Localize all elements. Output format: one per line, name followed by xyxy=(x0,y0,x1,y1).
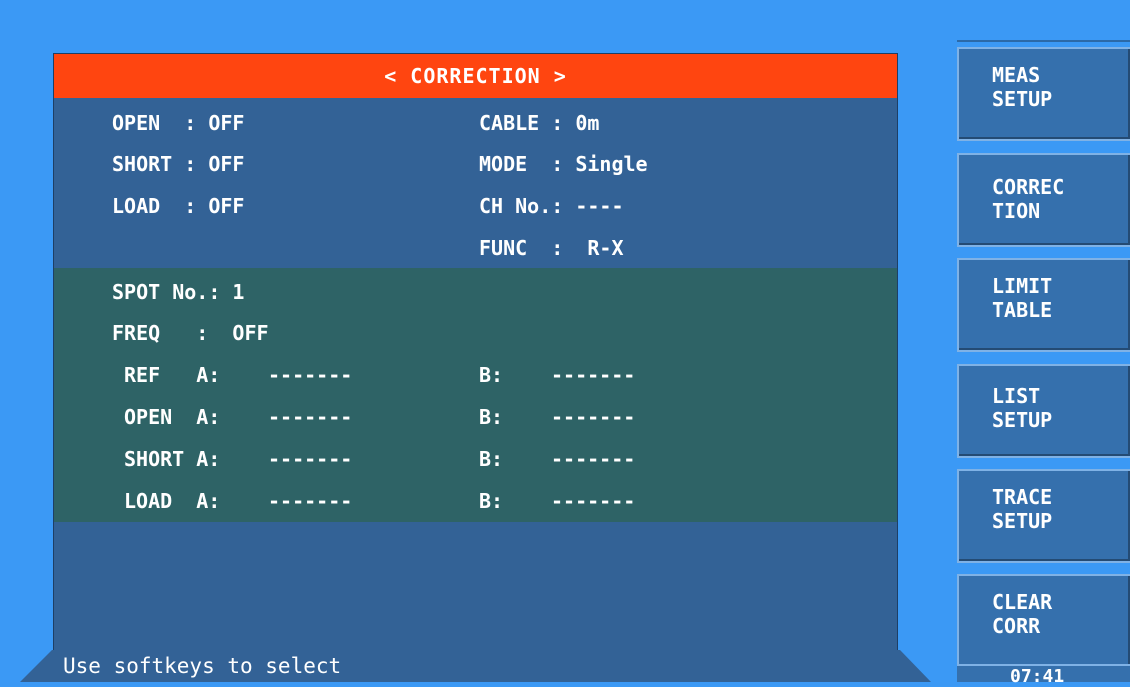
softkey-panel-divider xyxy=(957,40,1130,42)
spot-number[interactable]: SPOT No.: 1 xyxy=(112,280,244,304)
load-status[interactable]: LOAD : OFF xyxy=(112,194,244,218)
clear-corr-softkey[interactable]: CLEAR CORR xyxy=(957,574,1130,668)
short-status[interactable]: SHORT : OFF xyxy=(112,152,244,176)
page-title-text: < CORRECTION > xyxy=(384,64,567,88)
trace-setup-softkey[interactable]: TRACE SETUP xyxy=(957,469,1130,563)
ref-a-label: REF A: xyxy=(124,363,221,387)
page-title: < CORRECTION > xyxy=(54,54,897,98)
short-a-label: SHORT A: xyxy=(124,447,221,471)
clock-display: 07:41 xyxy=(957,664,1130,686)
correction-softkey[interactable]: CORREC TION xyxy=(957,153,1130,247)
list-setup-softkey[interactable]: LIST SETUP xyxy=(957,364,1130,458)
load-b-label: B: xyxy=(479,489,504,513)
short-a-value: ------- xyxy=(268,447,353,471)
trace-setup-label: TRACE SETUP xyxy=(992,485,1053,533)
short-b-value: ------- xyxy=(551,447,636,471)
load-a-label: LOAD A: xyxy=(124,489,221,513)
status-message: Use softkeys to select xyxy=(63,654,342,678)
open-b-label: B: xyxy=(479,405,504,429)
mode-setting[interactable]: MODE : Single xyxy=(479,152,648,176)
limit-table-softkey[interactable]: LIMIT TABLE xyxy=(957,258,1130,352)
channel-number[interactable]: CH No.: ---- xyxy=(479,194,624,218)
load-b-value: ------- xyxy=(551,489,636,513)
load-a-value: ------- xyxy=(268,489,353,513)
func-setting[interactable]: FUNC : R-X xyxy=(479,236,624,260)
open-a-value: ------- xyxy=(268,405,353,429)
ref-b-value: ------- xyxy=(551,363,636,387)
ref-b-label: B: xyxy=(479,363,504,387)
spot-correction-panel: SPOT No.: 1 FREQ : OFF REF A: ------- B:… xyxy=(54,268,897,522)
meas-setup-label: MEAS SETUP xyxy=(992,63,1053,111)
open-status[interactable]: OPEN : OFF xyxy=(112,111,244,135)
short-b-label: B: xyxy=(479,447,504,471)
spot-frequency[interactable]: FREQ : OFF xyxy=(112,321,269,345)
meas-setup-softkey[interactable]: MEAS SETUP xyxy=(957,47,1130,141)
correction-screen: < CORRECTION > OPEN : OFF SHORT : OFF LO… xyxy=(53,53,898,652)
clock-time: 07:41 xyxy=(1010,666,1065,687)
open-a-label: OPEN A: xyxy=(124,405,221,429)
ref-a-value: ------- xyxy=(268,363,353,387)
status-bar: Use softkeys to select xyxy=(20,650,931,682)
limit-table-label: LIMIT TABLE xyxy=(992,274,1053,322)
list-setup-label: LIST SETUP xyxy=(992,384,1053,432)
clear-corr-label: CLEAR CORR xyxy=(992,590,1053,638)
open-b-value: ------- xyxy=(551,405,636,429)
cable-setting[interactable]: CABLE : 0m xyxy=(479,111,599,135)
correction-label: CORREC TION xyxy=(992,175,1065,223)
